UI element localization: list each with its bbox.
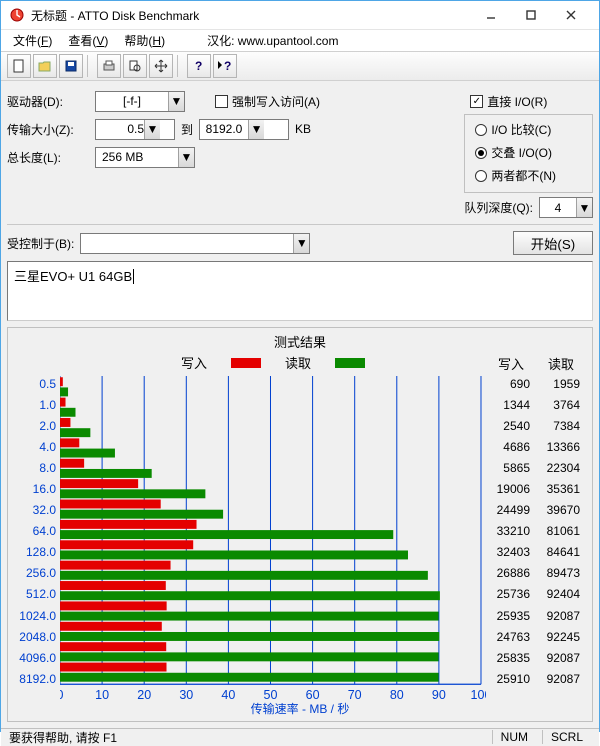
legend-write-label: 写入 — [181, 353, 207, 372]
new-button[interactable] — [7, 54, 31, 78]
io-mode-group: I/O 比较(C) 交叠 I/O(O) 两者都不(N) — [464, 114, 593, 193]
statusbar: 要获得帮助, 请按 F1 NUM SCRL — [1, 728, 599, 746]
xfer-label: 传输大小(Z): — [7, 121, 89, 138]
overlap-io-radio[interactable]: 交叠 I/O(O) — [475, 144, 582, 161]
io-compare-radio[interactable]: I/O 比较(C) — [475, 121, 582, 138]
start-button[interactable]: 开始(S) — [513, 231, 593, 255]
drive-combo[interactable]: [-f-]▼ — [95, 91, 185, 112]
toolbar-separator — [87, 55, 93, 77]
result-chart: 0102030405060708090100 — [60, 376, 486, 702]
status-scrl: SCRL — [542, 730, 591, 744]
description-box[interactable]: 三星EVO+ U1 64GB — [7, 261, 593, 321]
chart-x-label: 传输速率 - MB / 秒 — [14, 700, 586, 717]
chart-area: 0.51.02.04.08.016.032.064.0128.0256.0512… — [14, 376, 586, 702]
status-help: 要获得帮助, 请按 F1 — [9, 729, 117, 746]
move-button[interactable] — [149, 54, 173, 78]
svg-text:?: ? — [195, 59, 202, 73]
legend-read-swatch — [335, 358, 365, 368]
app-icon — [9, 7, 25, 23]
direct-io-checkbox[interactable]: ✓直接 I/O(R) — [470, 93, 547, 110]
print-button[interactable] — [97, 54, 121, 78]
results-panel: 测式结果 写入 读取 写入 读取 0.51.02.04.08.016.032.0… — [7, 327, 593, 722]
svg-text:?: ? — [224, 59, 231, 73]
main-panel: 驱动器(D): [-f-]▼ 强制写入访问(A) 传输大小(Z): ▼ 到 ▼ … — [1, 81, 599, 728]
read-column: 1959376473841336622304353613967081061846… — [536, 376, 586, 702]
menubar: 文件(F) 查看(V) 帮助(H) 汉化: www.upantool.com — [1, 30, 599, 51]
qdepth-label: 队列深度(Q): — [464, 199, 533, 216]
legend-write-swatch — [231, 358, 261, 368]
write-column: 6901344254046865865190062449933210324032… — [486, 376, 536, 702]
neither-radio[interactable]: 两者都不(N) — [475, 167, 582, 184]
window-title: 无标题 - ATTO Disk Benchmark — [31, 7, 471, 24]
col-read-header: 读取 — [548, 354, 574, 373]
left-options: 驱动器(D): [-f-]▼ 强制写入访问(A) 传输大小(Z): ▼ 到 ▼ … — [7, 87, 454, 218]
qdepth-row: 队列深度(Q): 4▼ — [464, 197, 593, 218]
kb-label: KB — [295, 122, 311, 136]
len-label: 总长度(L): — [7, 149, 89, 166]
save-button[interactable] — [59, 54, 83, 78]
controlled-label: 受控制于(B): — [7, 235, 74, 252]
menu-view[interactable]: 查看(V) — [64, 30, 112, 51]
toolbar: ? ? — [1, 51, 599, 81]
chart-y-labels: 0.51.02.04.08.016.032.064.0128.0256.0512… — [14, 376, 60, 702]
to-label: 到 — [181, 121, 193, 138]
toolbar-separator-2 — [177, 55, 183, 77]
app-window: 无标题 - ATTO Disk Benchmark 文件(F) 查看(V) 帮助… — [0, 0, 600, 732]
hanhua-label: 汉化: www.upantool.com — [207, 32, 338, 49]
minimize-button[interactable] — [471, 1, 511, 29]
controlled-combo[interactable]: ▼ — [80, 233, 310, 254]
close-button[interactable] — [551, 1, 591, 29]
menu-help[interactable]: 帮助(H) — [120, 30, 169, 51]
chevron-down-icon[interactable]: ▼ — [168, 92, 184, 111]
menu-file[interactable]: 文件(F) — [9, 30, 56, 51]
options-row: 驱动器(D): [-f-]▼ 强制写入访问(A) 传输大小(Z): ▼ 到 ▼ … — [7, 87, 593, 218]
qdepth-combo[interactable]: 4▼ — [539, 197, 593, 218]
force-write-checkbox[interactable]: 强制写入访问(A) — [215, 93, 320, 110]
xfer-from-combo[interactable]: ▼ — [95, 119, 175, 140]
status-num: NUM — [492, 730, 536, 744]
results-title: 测式结果 — [14, 330, 586, 351]
preview-button[interactable] — [123, 54, 147, 78]
open-button[interactable] — [33, 54, 57, 78]
controlled-row: 受控制于(B): ▼ 开始(S) — [7, 231, 593, 255]
titlebar: 无标题 - ATTO Disk Benchmark — [1, 1, 599, 30]
help-button[interactable]: ? — [187, 54, 211, 78]
chart-legend: 写入 读取 — [60, 351, 486, 376]
right-options: ✓直接 I/O(R) I/O 比较(C) 交叠 I/O(O) 两者都不(N) 队… — [464, 87, 593, 218]
col-write-header: 写入 — [498, 354, 524, 373]
maximize-button[interactable] — [511, 1, 551, 29]
drive-label: 驱动器(D): — [7, 93, 89, 110]
legend-read-label: 读取 — [285, 353, 311, 372]
len-combo[interactable]: 256 MB▼ — [95, 147, 195, 168]
whatsthis-button[interactable]: ? — [213, 54, 237, 78]
xfer-to-combo[interactable]: ▼ — [199, 119, 289, 140]
